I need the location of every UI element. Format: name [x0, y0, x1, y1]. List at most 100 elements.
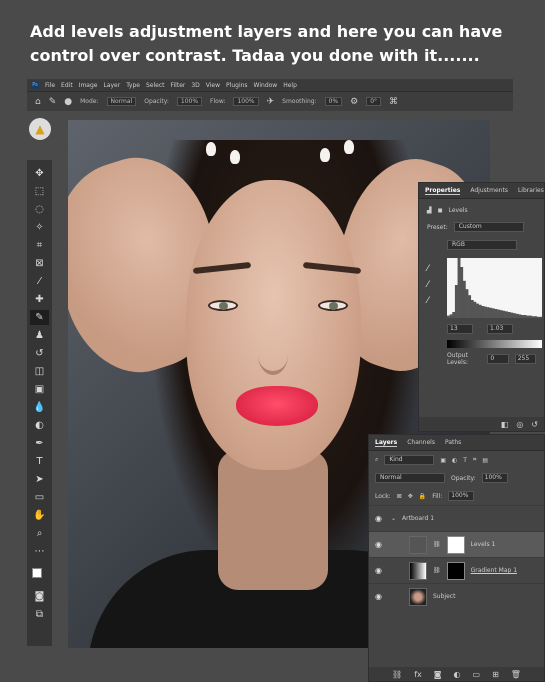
- quick-mask-icon[interactable]: ◙: [30, 589, 49, 604]
- quick-select-tool-icon[interactable]: ✧: [30, 220, 49, 235]
- hand-tool-icon[interactable]: ✋: [30, 508, 49, 523]
- lasso-tool-icon[interactable]: ◌: [30, 202, 49, 217]
- filter-type-icon[interactable]: T: [463, 457, 467, 464]
- output-black-field[interactable]: 0: [487, 354, 509, 364]
- gear-icon[interactable]: ⚙: [350, 97, 358, 107]
- zoom-tool-icon[interactable]: ⌕: [30, 526, 49, 541]
- chevron-down-icon[interactable]: ⌄: [391, 515, 396, 522]
- menu-filter[interactable]: Filter: [171, 82, 186, 89]
- marquee-tool-icon[interactable]: ⬚: [30, 184, 49, 199]
- output-gradient[interactable]: [447, 340, 542, 348]
- clip-to-layer-icon[interactable]: ◧: [501, 420, 509, 429]
- menu-image[interactable]: Image: [79, 82, 98, 89]
- layer-opacity-field[interactable]: 100%: [481, 473, 508, 483]
- tab-paths[interactable]: Paths: [445, 439, 461, 446]
- filter-shape-icon[interactable]: ⌗: [473, 456, 476, 464]
- layer-fill-field[interactable]: 100%: [448, 491, 475, 501]
- home-icon[interactable]: ⌂: [35, 97, 41, 107]
- brush-tool-icon[interactable]: ✎: [49, 97, 57, 107]
- lock-position-icon[interactable]: ✥: [408, 493, 413, 500]
- menu-help[interactable]: Help: [283, 82, 297, 89]
- airbrush-icon[interactable]: ✈: [267, 97, 275, 107]
- new-adjustment-icon[interactable]: ◐: [454, 670, 461, 679]
- dodge-tool-icon[interactable]: ◐: [30, 418, 49, 433]
- type-tool-icon[interactable]: T: [30, 454, 49, 469]
- blur-tool-icon[interactable]: 💧: [30, 400, 49, 415]
- artboard-group[interactable]: ◉ ⌄ Artboard 1: [369, 505, 544, 531]
- tab-properties[interactable]: Properties: [425, 187, 461, 195]
- smoothing-input[interactable]: 0%: [324, 97, 343, 106]
- blend-mode-select[interactable]: Normal: [375, 473, 445, 483]
- layer-row[interactable]: ◉ Subject: [369, 583, 544, 609]
- menu-select[interactable]: Select: [146, 82, 165, 89]
- healing-tool-icon[interactable]: ✚: [30, 292, 49, 307]
- layer-row[interactable]: ◉ ⛓ Gradient Map 1: [369, 557, 544, 583]
- layer-row[interactable]: ◉ ⛓ Levels 1: [369, 531, 544, 557]
- link-layers-icon[interactable]: ⛓: [392, 670, 402, 679]
- frame-tool-icon[interactable]: ⊠: [30, 256, 49, 271]
- white-point-eyedropper-icon[interactable]: ⁄: [427, 296, 429, 306]
- filter-adjustment-icon[interactable]: ◐: [452, 457, 457, 464]
- shape-tool-icon[interactable]: ▭: [30, 490, 49, 505]
- eyedropper-tool-icon[interactable]: ⁄: [30, 274, 49, 289]
- menu-window[interactable]: Window: [254, 82, 278, 89]
- path-select-tool-icon[interactable]: ➤: [30, 472, 49, 487]
- mode-select[interactable]: Normal: [106, 97, 137, 106]
- visibility-eye-icon[interactable]: ◉: [375, 540, 385, 549]
- crop-tool-icon[interactable]: ⌗: [30, 238, 49, 253]
- symmetry-icon[interactable]: ⌘: [389, 97, 398, 107]
- input-gamma-field[interactable]: 1.03: [487, 324, 513, 334]
- menu-plugins[interactable]: Plugins: [226, 82, 248, 89]
- filter-kind-select[interactable]: Kind: [384, 455, 435, 465]
- input-black-field[interactable]: 13: [447, 324, 473, 334]
- add-mask-icon[interactable]: ◙: [434, 670, 442, 679]
- screen-mode-icon[interactable]: ⧉: [30, 607, 49, 622]
- levels-histogram[interactable]: [447, 258, 542, 318]
- tab-libraries[interactable]: Libraries: [518, 187, 544, 194]
- gray-point-eyedropper-icon[interactable]: ⁄: [427, 280, 429, 290]
- fx-icon[interactable]: fx: [414, 670, 422, 679]
- tab-channels[interactable]: Channels: [407, 439, 435, 446]
- pen-tool-icon[interactable]: ✒: [30, 436, 49, 451]
- menu-layer[interactable]: Layer: [103, 82, 120, 89]
- visibility-eye-icon[interactable]: ◉: [375, 592, 385, 601]
- lock-pixels-icon[interactable]: ⊠: [397, 493, 402, 500]
- tab-layers[interactable]: Layers: [375, 439, 398, 447]
- menu-file[interactable]: File: [45, 82, 55, 89]
- color-swatches[interactable]: [30, 566, 49, 586]
- layer-mask-thumbnail[interactable]: [446, 561, 465, 580]
- gradient-tool-icon[interactable]: ▣: [30, 382, 49, 397]
- view-previous-icon[interactable]: ◎: [516, 420, 523, 429]
- menu-type[interactable]: Type: [126, 82, 140, 89]
- flow-input[interactable]: 100%: [233, 97, 259, 106]
- opacity-input[interactable]: 100%: [176, 97, 203, 106]
- move-tool-icon[interactable]: ✥: [30, 166, 49, 181]
- trash-icon[interactable]: 🗑: [511, 670, 521, 679]
- channel-select[interactable]: RGB: [447, 240, 517, 250]
- visibility-eye-icon[interactable]: ◉: [375, 514, 385, 523]
- new-group-icon[interactable]: ▭: [473, 670, 481, 679]
- filter-pixel-icon[interactable]: ▣: [440, 457, 446, 464]
- menu-edit[interactable]: Edit: [61, 82, 73, 89]
- lock-all-icon[interactable]: 🔒: [419, 493, 426, 500]
- history-brush-icon[interactable]: ↺: [30, 346, 49, 361]
- preset-select[interactable]: Custom: [453, 222, 524, 232]
- menu-3d[interactable]: 3D: [191, 82, 199, 89]
- new-layer-icon[interactable]: ⊞: [492, 670, 499, 679]
- mode-label: Mode:: [80, 98, 99, 105]
- tab-adjustments[interactable]: Adjustments: [470, 187, 508, 194]
- output-white-field[interactable]: 255: [514, 354, 536, 364]
- brush-tool-icon[interactable]: ✎: [30, 310, 49, 325]
- more-tools-icon[interactable]: ⋯: [30, 544, 49, 559]
- reset-icon[interactable]: ↺: [531, 420, 538, 429]
- brush-preset-icon[interactable]: ●: [64, 97, 72, 107]
- filter-smart-icon[interactable]: ▤: [482, 457, 488, 464]
- menu-view[interactable]: View: [206, 82, 220, 89]
- stamp-tool-icon[interactable]: ♟: [30, 328, 49, 343]
- foreground-color[interactable]: [32, 568, 42, 578]
- visibility-eye-icon[interactable]: ◉: [375, 566, 385, 575]
- eraser-tool-icon[interactable]: ◫: [30, 364, 49, 379]
- angle-input[interactable]: 0°: [366, 97, 382, 106]
- layer-mask-thumbnail[interactable]: [446, 535, 465, 554]
- black-point-eyedropper-icon[interactable]: ⁄: [427, 264, 429, 274]
